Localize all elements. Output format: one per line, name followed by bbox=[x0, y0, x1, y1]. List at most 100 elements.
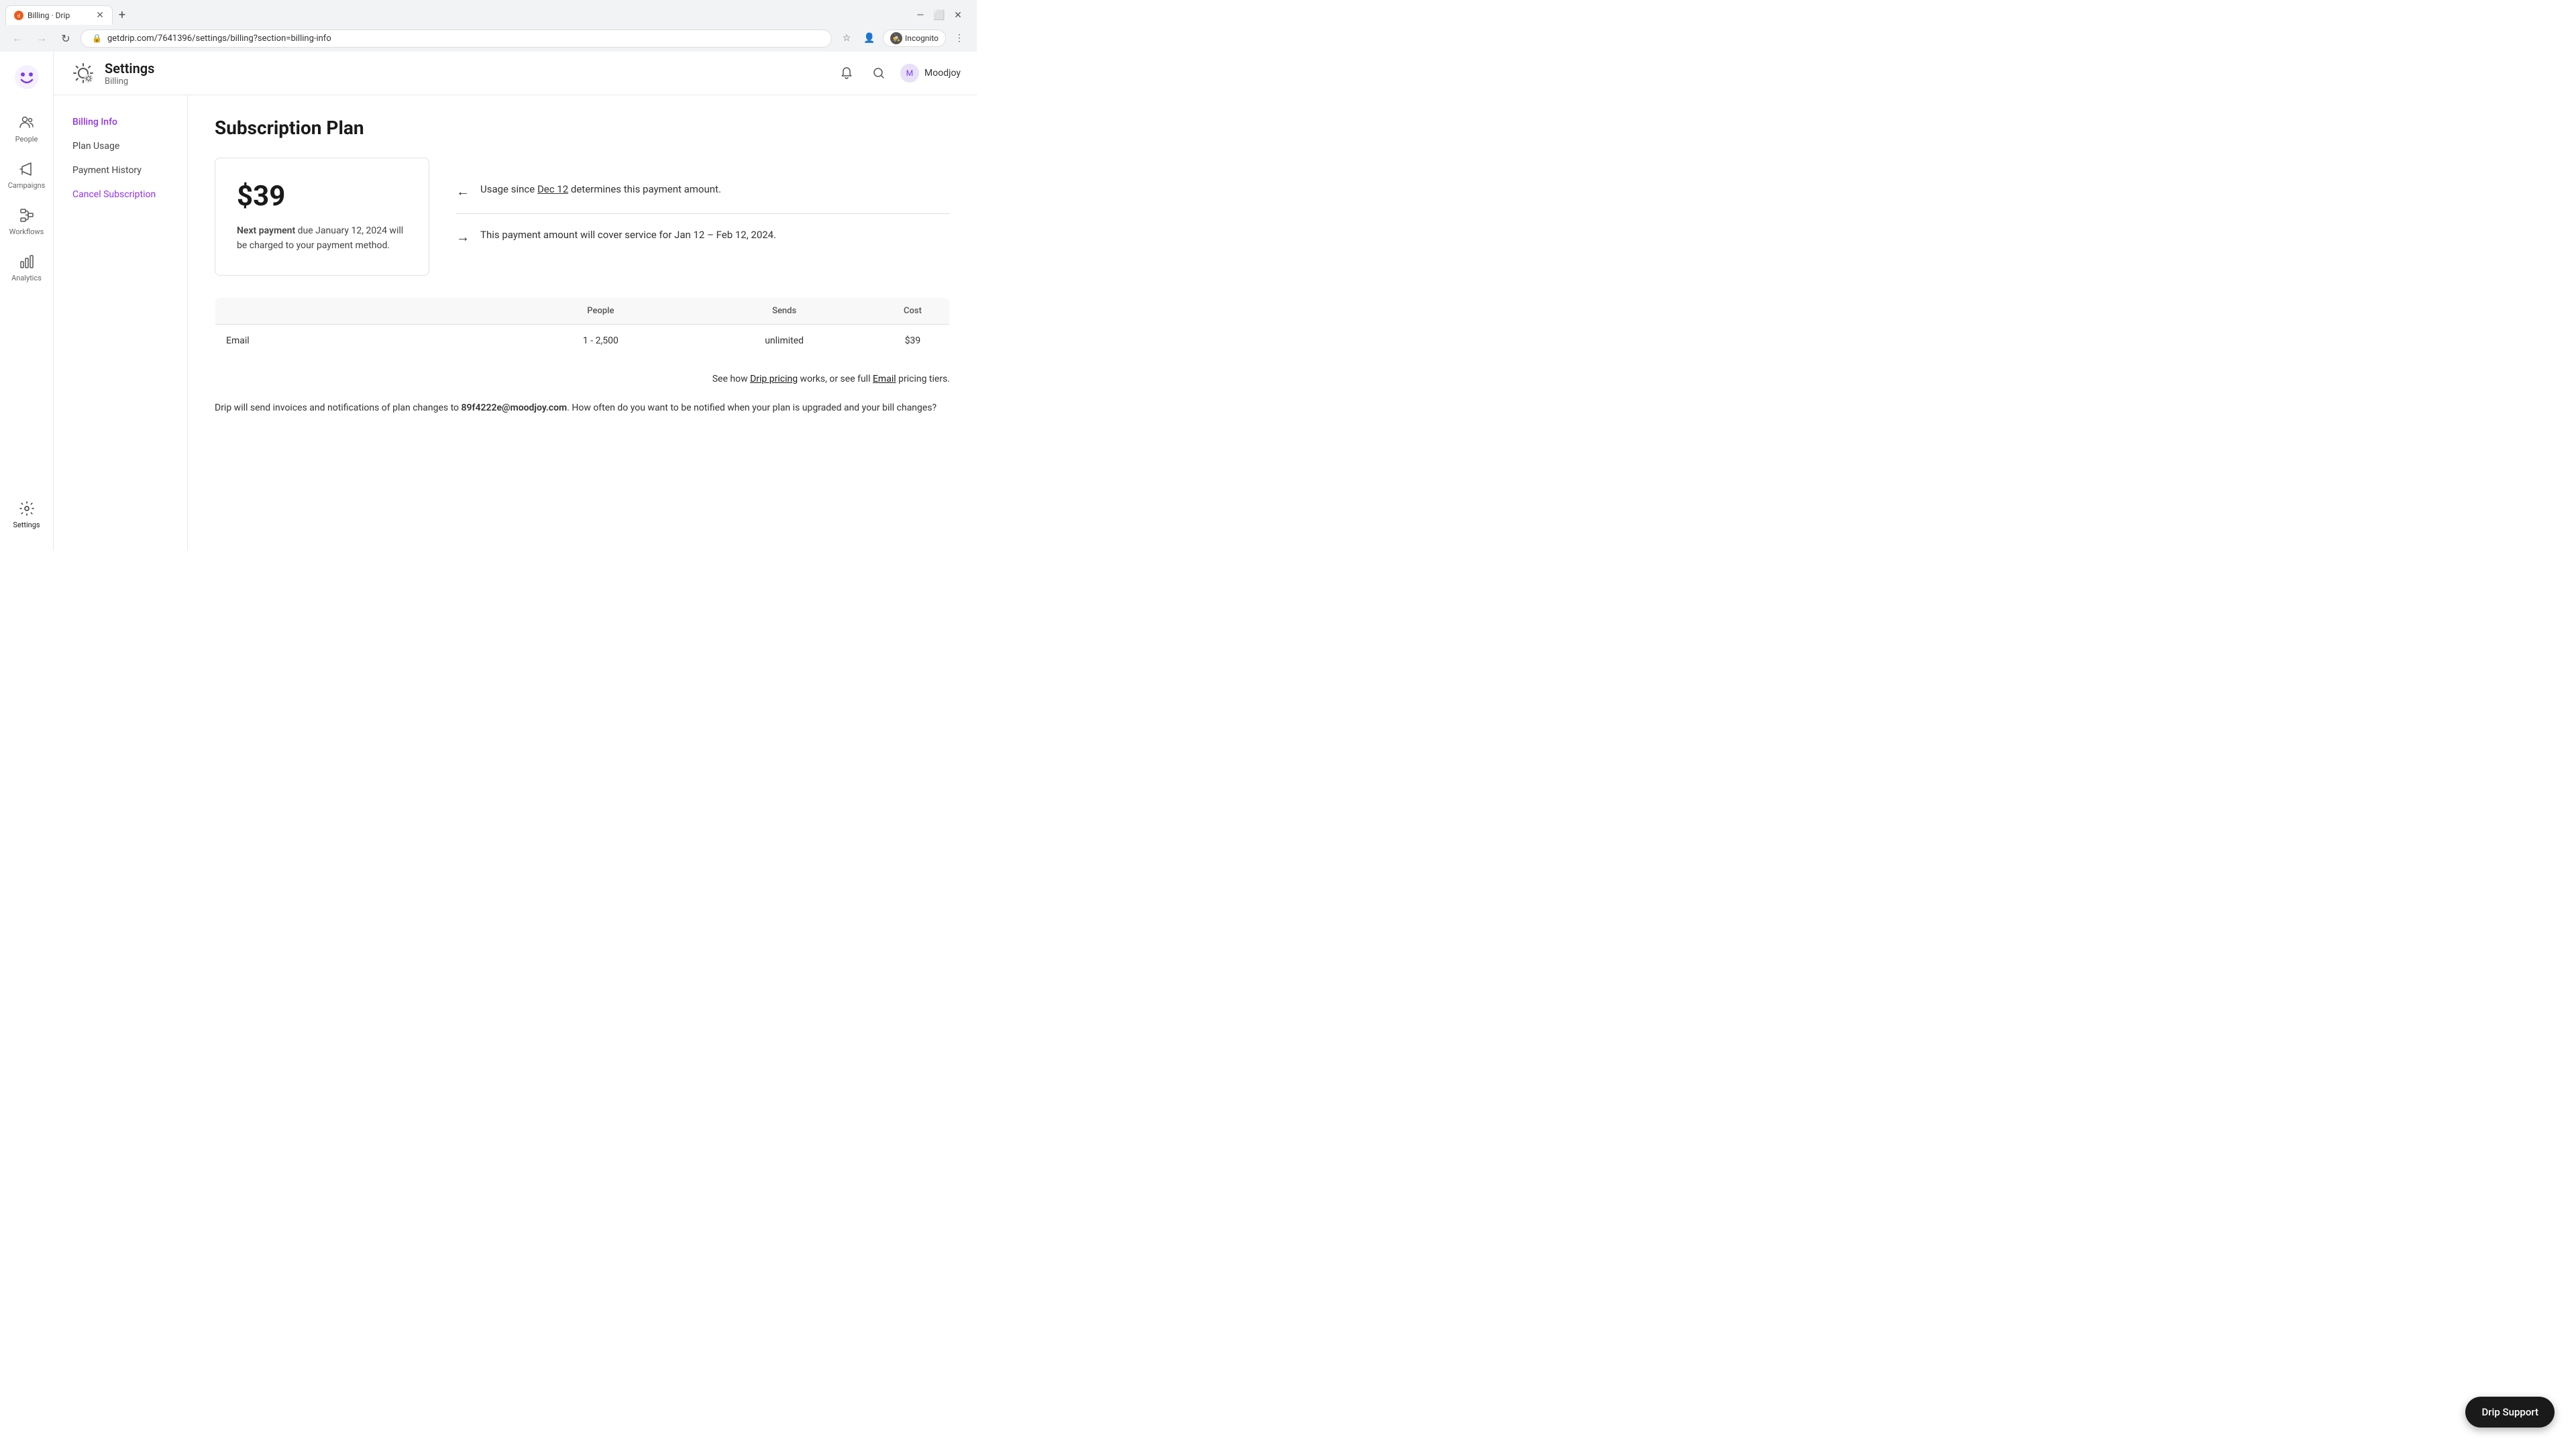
invoice-suffix: . How often do you want to be notified w… bbox=[567, 402, 936, 413]
user-avatar: M bbox=[900, 64, 919, 83]
arrow-left-text: Usage since Dec 12 determines this payme… bbox=[480, 182, 721, 197]
invoice-email: 89f4222e@moodjoy.com bbox=[461, 402, 567, 413]
col-header-people: People bbox=[509, 297, 693, 324]
page-content: Subscription Plan $39 Next payment due J… bbox=[188, 95, 977, 551]
plan-table: People Sends Cost Email 1 - 2,500 unlimi… bbox=[215, 297, 950, 358]
url-text: getdrip.com/7641396/settings/billing?sec… bbox=[107, 34, 331, 44]
table-cell-sends: unlimited bbox=[692, 324, 876, 357]
left-nav: People Campaigns bbox=[0, 52, 54, 551]
header-subtitle: Billing bbox=[105, 76, 154, 87]
app-logo[interactable] bbox=[12, 62, 42, 92]
dec12-link[interactable]: Dec 12 bbox=[537, 183, 568, 195]
tab-close-btn[interactable]: ✕ bbox=[96, 10, 104, 21]
bookmark-button[interactable]: ☆ bbox=[837, 29, 856, 48]
campaigns-label: Campaigns bbox=[8, 181, 46, 190]
new-tab-button[interactable]: + bbox=[113, 6, 131, 25]
arrow-item-right: → This payment amount will cover service… bbox=[456, 213, 950, 259]
settings-header-icon bbox=[70, 60, 97, 87]
address-bar: ← → ↻ 🔒 getdrip.com/7641396/settings/bil… bbox=[0, 25, 977, 52]
table-row: Email 1 - 2,500 unlimited $39 bbox=[215, 324, 950, 357]
table-cell-cost: $39 bbox=[876, 324, 950, 357]
browser-actions: ☆ 👤 🕵 Incognito ⋮ bbox=[837, 29, 969, 48]
people-icon bbox=[17, 113, 36, 132]
tab-title: Billing · Drip bbox=[28, 11, 70, 20]
sidebar-item-people[interactable]: People bbox=[4, 108, 50, 149]
workflows-icon bbox=[17, 206, 36, 225]
tab-favicon: d bbox=[14, 11, 23, 20]
pricing-text: See how Drip pricing works, or see full … bbox=[215, 374, 950, 384]
content-area: Billing Info Plan Usage Payment History … bbox=[54, 95, 977, 551]
reload-button[interactable]: ↻ bbox=[56, 29, 75, 48]
settings-label: Settings bbox=[13, 521, 40, 529]
close-button[interactable]: ✕ bbox=[950, 7, 966, 23]
active-tab[interactable]: d Billing · Drip ✕ bbox=[5, 5, 113, 25]
arrow-left-icon: ← bbox=[456, 183, 470, 200]
app-container: People Campaigns bbox=[0, 52, 977, 551]
settings-menu-plan-usage[interactable]: Plan Usage bbox=[64, 136, 176, 157]
campaigns-icon bbox=[17, 160, 36, 178]
arrow-right-icon: → bbox=[456, 229, 470, 246]
browser-chrome: d Billing · Drip ✕ + — ⬜ ✕ ← → ↻ 🔒 getdr… bbox=[0, 0, 977, 52]
main-content: Settings Billing M bbox=[54, 52, 977, 551]
search-button[interactable] bbox=[868, 62, 890, 84]
table-cell-people: 1 - 2,500 bbox=[509, 324, 693, 357]
pricing-suffix: pricing tiers. bbox=[896, 374, 950, 384]
usage-since-suffix: determines this payment amount. bbox=[568, 183, 721, 195]
settings-icon bbox=[17, 499, 36, 518]
url-bar[interactable]: 🔒 getdrip.com/7641396/settings/billing?s… bbox=[80, 30, 832, 48]
profile-button[interactable]: 👤 bbox=[860, 29, 879, 48]
billing-price-card: $39 Next payment due January 12, 2024 wi… bbox=[215, 158, 429, 276]
pricing-middle: works, or see full bbox=[798, 374, 873, 384]
page-title: Subscription Plan bbox=[215, 117, 950, 139]
price-amount: $39 bbox=[237, 180, 407, 213]
next-payment-label: Next payment bbox=[237, 225, 295, 236]
invoice-text: Drip will send invoices and notification… bbox=[215, 400, 950, 417]
table-cell-type: Email bbox=[215, 324, 509, 357]
minimize-button[interactable]: — bbox=[912, 7, 928, 23]
back-button[interactable]: ← bbox=[8, 29, 27, 48]
invoice-prefix: Drip will send invoices and notification… bbox=[215, 402, 461, 413]
svg-text:d: d bbox=[17, 13, 20, 19]
lock-icon: 🔒 bbox=[92, 34, 102, 43]
arrow-right-text: This payment amount will cover service f… bbox=[480, 227, 776, 243]
user-name: Moodjoy bbox=[924, 68, 961, 78]
sidebar-item-settings[interactable]: Settings bbox=[4, 494, 50, 535]
notification-button[interactable] bbox=[836, 62, 857, 84]
settings-sidebar: Billing Info Plan Usage Payment History … bbox=[54, 95, 188, 551]
payment-info: Next payment due January 12, 2024 will b… bbox=[237, 223, 407, 254]
incognito-icon: 🕵 bbox=[890, 32, 902, 44]
pricing-prefix: See how bbox=[712, 374, 750, 384]
tab-row: d Billing · Drip ✕ + — ⬜ ✕ bbox=[0, 0, 977, 25]
email-pricing-link[interactable]: Email bbox=[873, 374, 896, 384]
analytics-label: Analytics bbox=[11, 274, 42, 282]
col-header-sends: Sends bbox=[692, 297, 876, 324]
settings-menu-payment-history[interactable]: Payment History bbox=[64, 160, 176, 181]
settings-menu-cancel-subscription[interactable]: Cancel Subscription bbox=[64, 184, 176, 205]
arrow-item-left: ← Usage since Dec 12 determines this pay… bbox=[456, 168, 950, 213]
workflows-label: Workflows bbox=[9, 227, 44, 236]
user-menu[interactable]: M Moodjoy bbox=[900, 64, 961, 83]
incognito-badge[interactable]: 🕵 Incognito bbox=[883, 30, 946, 47]
drip-support-button[interactable]: Drip Support bbox=[2465, 1397, 2555, 1428]
header-title: Settings bbox=[105, 60, 154, 76]
col-header-type bbox=[215, 297, 509, 324]
billing-info-arrows: ← Usage since Dec 12 determines this pay… bbox=[456, 158, 950, 259]
sidebar-item-workflows[interactable]: Workflows bbox=[4, 201, 50, 241]
settings-menu-billing-info[interactable]: Billing Info bbox=[64, 111, 176, 133]
billing-card-area: $39 Next payment due January 12, 2024 wi… bbox=[215, 158, 950, 276]
table-header-row: People Sends Cost bbox=[215, 297, 950, 324]
menu-button[interactable]: ⋮ bbox=[950, 29, 969, 48]
col-header-cost: Cost bbox=[876, 297, 950, 324]
top-header: Settings Billing M bbox=[54, 52, 977, 95]
people-label: People bbox=[15, 135, 38, 144]
usage-since-text: Usage since bbox=[480, 183, 537, 195]
sidebar-item-analytics[interactable]: Analytics bbox=[4, 247, 50, 288]
sidebar-item-campaigns[interactable]: Campaigns bbox=[4, 154, 50, 195]
incognito-label: Incognito bbox=[905, 34, 938, 43]
maximize-button[interactable]: ⬜ bbox=[931, 7, 947, 23]
header-title-group: Settings Billing bbox=[105, 60, 154, 87]
analytics-icon bbox=[17, 252, 36, 271]
drip-pricing-link[interactable]: Drip pricing bbox=[750, 374, 798, 384]
forward-button[interactable]: → bbox=[32, 29, 51, 48]
header-actions: M Moodjoy bbox=[836, 62, 961, 84]
